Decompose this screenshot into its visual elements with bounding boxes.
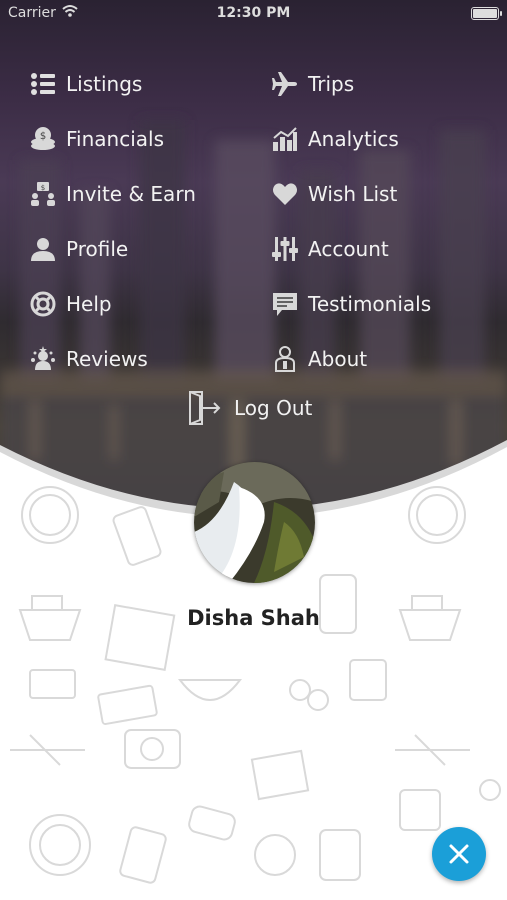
invite-icon: $ bbox=[30, 181, 56, 207]
profile-name: Disha Shah bbox=[187, 606, 320, 630]
menu-item-invite-earn[interactable]: $ Invite & Earn bbox=[30, 177, 196, 211]
menu-label: Reviews bbox=[66, 347, 148, 371]
heart-icon bbox=[272, 181, 298, 207]
menu-item-financials[interactable]: $ Financials bbox=[30, 122, 164, 156]
reviews-icon bbox=[30, 346, 56, 372]
menu-label: About bbox=[308, 347, 368, 371]
sliders-icon bbox=[272, 236, 298, 262]
menu-label: Help bbox=[66, 292, 112, 316]
menu-item-reviews[interactable]: Reviews bbox=[30, 342, 148, 376]
menu-label: Account bbox=[308, 237, 389, 261]
coins-icon: $ bbox=[30, 126, 56, 152]
status-bar: Carrier 12:30 PM bbox=[0, 0, 507, 28]
svg-text:$: $ bbox=[40, 131, 46, 142]
menu-item-trips[interactable]: Trips bbox=[272, 67, 354, 101]
logout-button[interactable]: Log Out bbox=[186, 390, 312, 426]
battery-icon bbox=[471, 7, 502, 20]
menu-item-help[interactable]: Help bbox=[30, 287, 112, 321]
menu-item-about[interactable]: About bbox=[272, 342, 367, 376]
menu-item-wish-list[interactable]: Wish List bbox=[272, 177, 397, 211]
person-icon bbox=[30, 236, 56, 262]
menu-label: Financials bbox=[66, 127, 164, 151]
lifebuoy-icon bbox=[30, 291, 56, 317]
menu-label: Analytics bbox=[308, 127, 399, 151]
menu-label: Profile bbox=[66, 237, 129, 261]
status-time: 12:30 PM bbox=[216, 5, 291, 21]
avatar[interactable] bbox=[194, 462, 315, 583]
close-menu-button[interactable] bbox=[432, 827, 486, 881]
menu-label: Testimonials bbox=[308, 292, 432, 316]
airplane-icon bbox=[272, 71, 298, 97]
bar-chart-icon bbox=[272, 126, 298, 152]
comment-icon bbox=[272, 291, 298, 317]
menu-item-profile[interactable]: Profile bbox=[30, 232, 128, 266]
menu-label: Trips bbox=[308, 72, 355, 96]
avatar-waterfall-image bbox=[194, 462, 315, 583]
menu-label: Invite & Earn bbox=[66, 182, 196, 206]
logout-label: Log Out bbox=[234, 396, 313, 420]
menu-item-analytics[interactable]: Analytics bbox=[272, 122, 399, 156]
list-icon bbox=[30, 71, 56, 97]
menu-item-listings[interactable]: Listings bbox=[30, 67, 142, 101]
logout-icon bbox=[186, 390, 222, 426]
menu-item-testimonials[interactable]: Testimonials bbox=[272, 287, 431, 321]
menu-item-account[interactable]: Account bbox=[272, 232, 389, 266]
close-icon bbox=[449, 844, 469, 864]
svg-text:$: $ bbox=[41, 184, 45, 192]
menu-label: Wish List bbox=[308, 182, 398, 206]
menu-label: Listings bbox=[66, 72, 143, 96]
about-icon bbox=[272, 346, 298, 372]
